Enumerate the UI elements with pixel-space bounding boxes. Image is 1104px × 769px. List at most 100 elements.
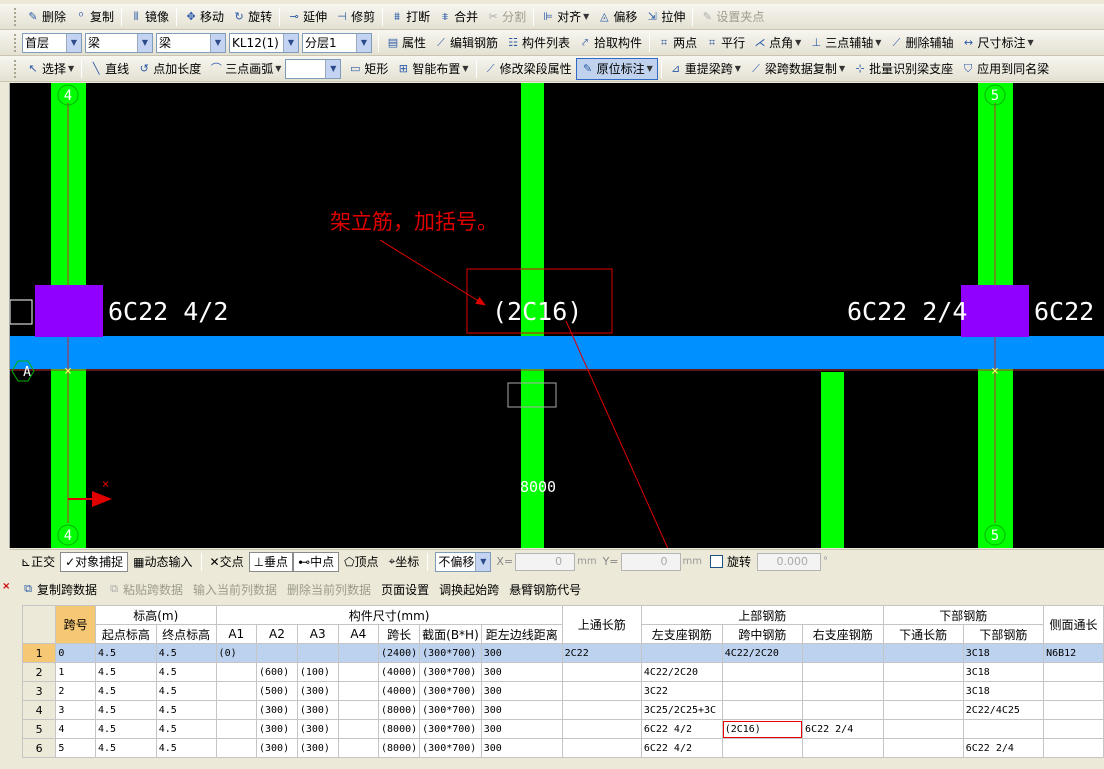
row-number[interactable]: 1 <box>21 643 57 663</box>
chevron-down-icon[interactable]: ▼ <box>875 38 881 47</box>
header-side[interactable]: 侧面通长 <box>1043 605 1104 644</box>
cell-a4[interactable] <box>337 643 380 663</box>
cell-len[interactable]: (4000) <box>378 681 421 701</box>
cell-a3[interactable]: (300) <box>296 719 339 739</box>
cell-left[interactable]: 6C22 4/2 <box>640 738 723 758</box>
cell-toplong[interactable] <box>561 738 642 758</box>
button-button[interactable]: 悬臂钢筋代号 <box>504 578 586 600</box>
grip-box-left[interactable] <box>10 299 33 325</box>
cell-left[interactable]: 4C22/2C20 <box>640 662 723 682</box>
cell-span[interactable]: 3 <box>55 700 97 720</box>
paste-span-button[interactable]: ⧉ 粘贴跨数据 <box>102 578 188 600</box>
element-select[interactable]: KL12(1) ▼ <box>229 32 299 53</box>
cell-side[interactable]: N6B12 <box>1043 643 1104 663</box>
cell-left[interactable] <box>640 643 723 663</box>
cell-bot[interactable]: 3C18 <box>962 643 1045 663</box>
component-list-button[interactable]: ☷ 构件列表 <box>502 32 574 54</box>
sub-header-8[interactable]: 距左边线距离 <box>480 624 563 644</box>
extend-button[interactable]: ⊸ 延伸 <box>283 6 331 28</box>
cell-botlong[interactable] <box>882 681 964 701</box>
smart-layout-button[interactable]: ⊞ 智能布置 ▼ <box>392 58 472 80</box>
cell-a1[interactable]: (0) <box>215 643 258 663</box>
cell-end[interactable]: 4.5 <box>155 738 217 758</box>
chevron-down-icon[interactable]: ▼ <box>462 64 468 73</box>
cell-a2[interactable] <box>256 643 298 663</box>
header-top-long[interactable]: 上通长筋 <box>561 605 642 644</box>
sub-header-6[interactable]: 跨长 <box>378 624 421 644</box>
move-button[interactable]: ✥ 移动 <box>180 6 228 28</box>
drawing-canvas[interactable]: 4 5 4 5 A × × 6C22 4/2 6C22 2/4 6C22 (2C… <box>10 83 1104 548</box>
cell-span[interactable]: 1 <box>55 662 97 682</box>
cell-dist[interactable]: 300 <box>480 662 563 682</box>
sub-header-0[interactable]: 起点标高 <box>95 624 157 644</box>
cell-dist[interactable]: 300 <box>480 681 563 701</box>
button-button[interactable]: 输入当前列数据 <box>188 578 282 600</box>
span-copy-button[interactable]: ⟋ 梁跨数据复制 ▼ <box>745 58 849 80</box>
cell-left[interactable]: 3C22 <box>640 681 723 701</box>
category-select[interactable]: 梁 ▼ <box>85 32 153 53</box>
cell-mid[interactable] <box>721 662 804 682</box>
cell-a2[interactable]: (300) <box>256 700 298 720</box>
cell-left[interactable]: 6C22 4/2 <box>640 719 723 739</box>
cell-toplong[interactable] <box>561 700 642 720</box>
table-row[interactable]: 3 2 4.5 4.5 (500) (300) (4000) (300*700) 300 3C22… <box>21 681 1104 701</box>
line-button[interactable]: ╲ 直线 <box>85 58 133 80</box>
table-row[interactable]: 2 1 4.5 4.5 (600) (100) (4000) (300*700) 300 4C22… <box>21 662 1104 682</box>
chevron-down-icon[interactable]: ▼ <box>275 64 281 73</box>
dimension-button[interactable]: ↔ 尺寸标注 ▼ <box>957 32 1037 54</box>
cell-toplong[interactable]: 2C22 <box>561 643 642 663</box>
copy-button[interactable]: ⁰ 复制 <box>70 6 118 28</box>
vertex-button[interactable]: ⬠ 顶点 <box>339 552 383 572</box>
cell-a4[interactable] <box>337 681 380 701</box>
beam-kl12[interactable] <box>10 336 1104 369</box>
object-snap-button[interactable]: ✓ 对象捕捉 <box>60 551 129 572</box>
cell-right[interactable] <box>802 700 884 720</box>
cell-sec[interactable]: (300*700) <box>419 662 482 682</box>
rotate-input[interactable]: 0.000 <box>757 552 821 571</box>
split-button[interactable]: ✂ 分割 <box>482 6 530 28</box>
cell-side[interactable] <box>1043 738 1104 758</box>
merge-button[interactable]: ⩨ 合并 <box>434 6 482 28</box>
cell-botlong[interactable] <box>882 662 964 682</box>
cell-start[interactable]: 4.5 <box>95 738 157 758</box>
offset-mode-select[interactable]: 不偏移 ▼ <box>435 551 492 572</box>
support-right[interactable] <box>961 285 1029 337</box>
cell-toplong[interactable] <box>561 681 642 701</box>
cell-toplong[interactable] <box>561 719 642 739</box>
cell-sec[interactable]: (300*700) <box>419 738 482 758</box>
cell-dist[interactable]: 300 <box>480 700 563 720</box>
ortho-button[interactable]: ⊾ 正交 <box>16 552 60 572</box>
cell-a1[interactable] <box>215 719 258 739</box>
cell-a2[interactable]: (600) <box>256 662 298 682</box>
property-button[interactable]: ▤ 属性 <box>382 32 430 54</box>
cell-len[interactable]: (4000) <box>378 662 421 682</box>
sub-header-13[interactable]: 下部钢筋 <box>962 624 1045 644</box>
cell-a3[interactable]: (300) <box>296 700 339 720</box>
sub-header-4[interactable]: A3 <box>296 624 339 644</box>
header-span-no[interactable]: 跨号 <box>55 605 97 644</box>
arc-mode-select[interactable]: ▼ <box>285 58 342 79</box>
cell-start[interactable]: 4.5 <box>95 681 157 701</box>
chevron-down-icon[interactable]: ▼ <box>647 64 653 73</box>
cell-a3[interactable]: (300) <box>296 681 339 701</box>
cell-sec[interactable]: (300*700) <box>419 719 482 739</box>
re-extract-span-button[interactable]: ⊿ 重提梁跨 ▼ <box>665 58 745 80</box>
x-input[interactable]: 0 <box>515 552 576 571</box>
cell-toplong[interactable] <box>561 662 642 682</box>
delete-axis-button[interactable]: ⟋ 删除辅轴 <box>885 32 957 54</box>
cell-a2[interactable]: (300) <box>256 719 298 739</box>
cell-a3[interactable] <box>296 643 339 663</box>
select-button[interactable]: ↖ 选择 ▼ <box>22 58 78 80</box>
cell-mid[interactable] <box>721 738 804 758</box>
cell-mid[interactable]: (2C16) <box>721 719 804 739</box>
parallel-button[interactable]: ⌗ 平行 <box>701 32 749 54</box>
point-angle-button[interactable]: ⋌ 点角 ▼ <box>749 32 805 54</box>
table-row[interactable]: 5 4 4.5 4.5 (300) (300) (8000) (300*700) 300 6C22… <box>21 719 1104 739</box>
cell-right[interactable]: 6C22 2/4 <box>802 719 884 739</box>
rectangle-button[interactable]: ▭ 矩形 <box>344 58 392 80</box>
sub-header-9[interactable]: 左支座钢筋 <box>640 624 723 644</box>
layer-select[interactable]: 分层1 ▼ <box>302 32 372 53</box>
cell-a1[interactable] <box>215 700 258 720</box>
sub-header-1[interactable]: 终点标高 <box>155 624 217 644</box>
cell-len[interactable]: (8000) <box>378 719 421 739</box>
